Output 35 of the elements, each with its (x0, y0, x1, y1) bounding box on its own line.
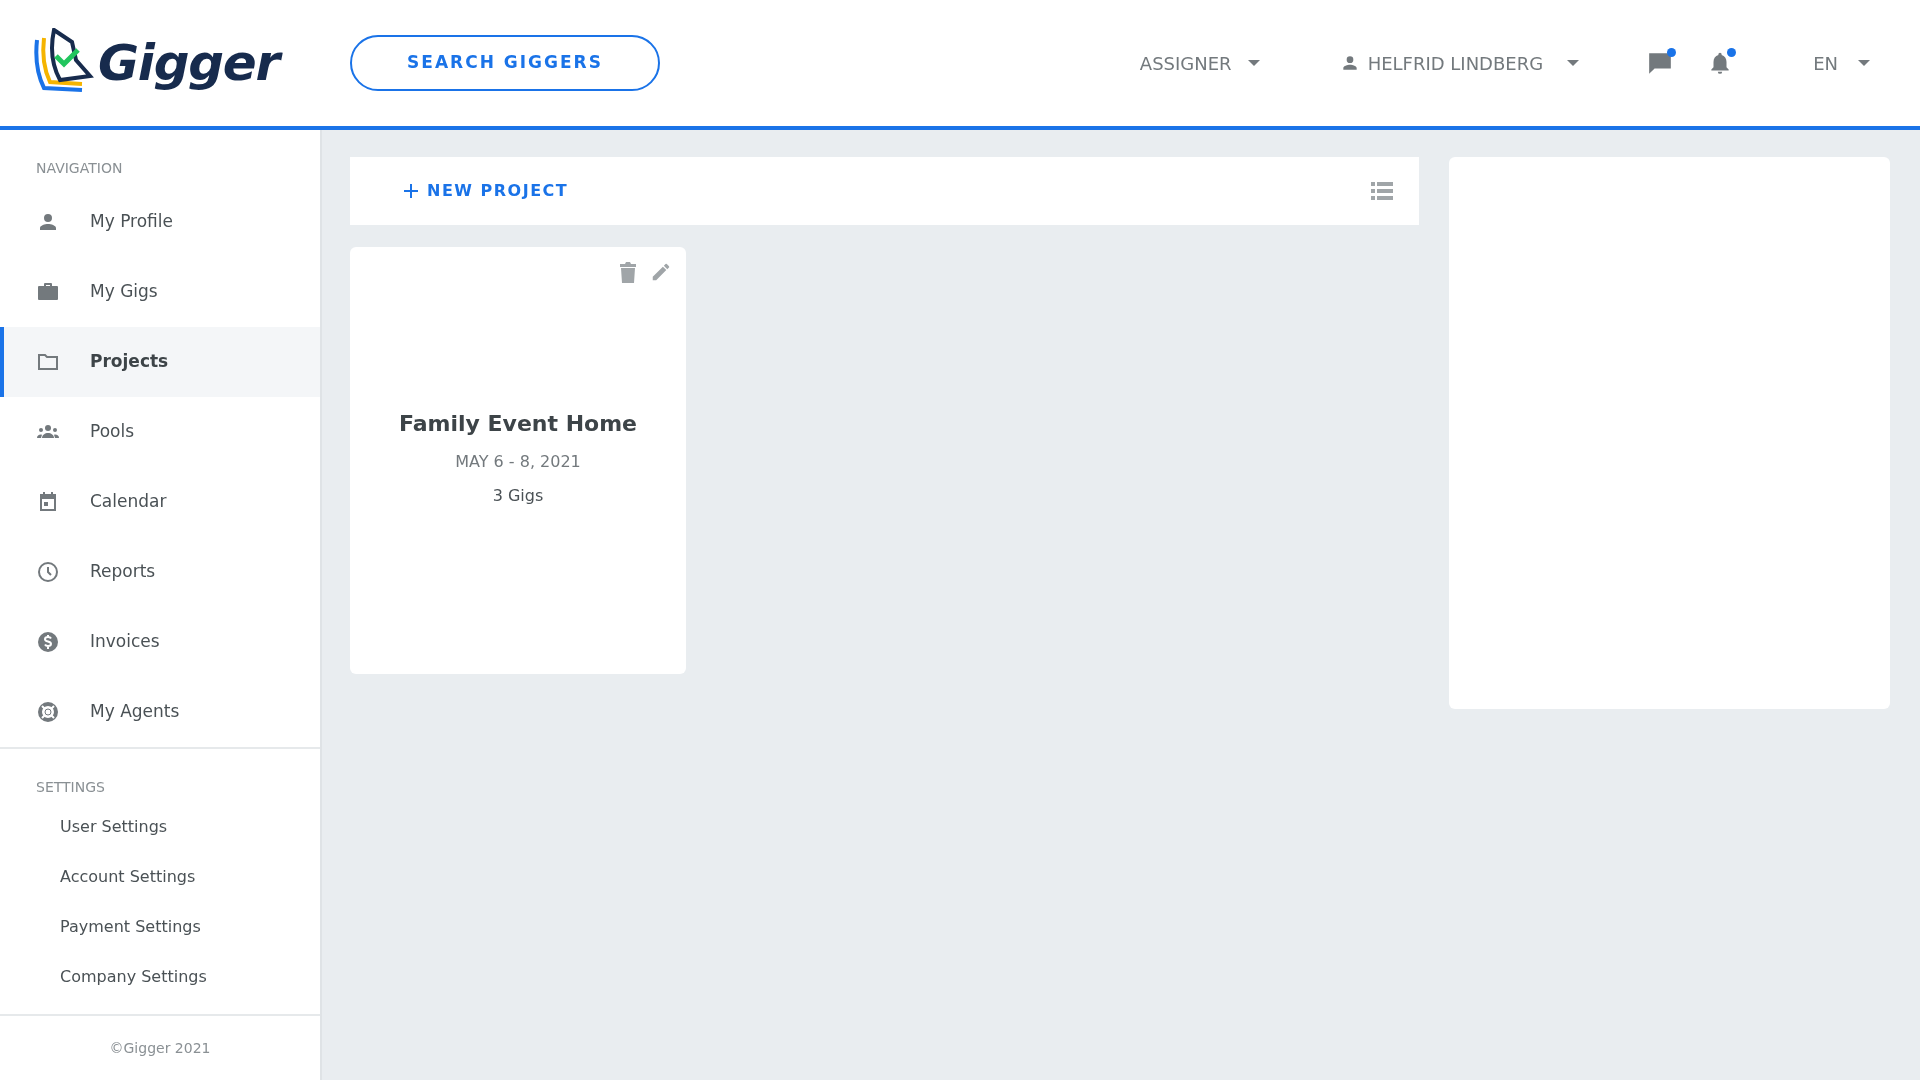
caret-icon (1247, 60, 1260, 66)
language-menu[interactable]: EN (1813, 49, 1870, 77)
list-view-icon[interactable] (1371, 182, 1393, 200)
nav-item[interactable]: Projects (0, 327, 320, 397)
settings-link[interactable]: Payment Settings (60, 902, 201, 952)
settings-link[interactable]: Company Settings (60, 952, 207, 1002)
project-dates: MAY 6 - 8, 2021 (455, 451, 581, 473)
caret-icon (1858, 60, 1870, 66)
settings-link[interactable]: User Settings (60, 802, 168, 852)
user-menu[interactable]: HELFRID LINDBERG (1339, 49, 1580, 77)
nav-item[interactable]: My Profile (0, 187, 320, 257)
nav-item[interactable]: My Gigs (0, 257, 320, 327)
section-heading: NAVIGATION (35, 159, 124, 178)
settings-link[interactable]: Account Settings (60, 852, 196, 902)
new-project-button[interactable]: NEW PROJECT (403, 179, 569, 203)
project-title: Family Event Home (398, 410, 638, 438)
nav-item[interactable]: Calendar (0, 467, 320, 537)
nav-item[interactable]: Pools (0, 397, 320, 467)
nav-item[interactable]: Reports (0, 537, 320, 607)
pencil-icon[interactable] (650, 261, 672, 283)
copyright-text: ©Gigger 2021 (109, 1039, 211, 1058)
plus-icon (403, 183, 419, 199)
trash-icon[interactable] (618, 261, 638, 283)
search-button[interactable]: SEARCH GIGGERS (350, 35, 660, 91)
project-card[interactable]: Family Event Home MAY 6 - 8, 2021 3 Gigs (350, 247, 686, 674)
clock-icon (36, 560, 60, 584)
lifebuoy-icon (36, 700, 60, 724)
caret-icon (1567, 60, 1580, 66)
dollar-icon (36, 630, 60, 654)
chat-icon[interactable] (1647, 50, 1674, 76)
nav-item[interactable]: My Agents (0, 677, 320, 747)
nav-item[interactable]: Invoices (0, 607, 320, 677)
section-heading: SETTINGS (35, 778, 106, 797)
role-menu[interactable]: ASSIGNER (1139, 49, 1260, 77)
gig-count: 3 Gigs (492, 485, 544, 507)
